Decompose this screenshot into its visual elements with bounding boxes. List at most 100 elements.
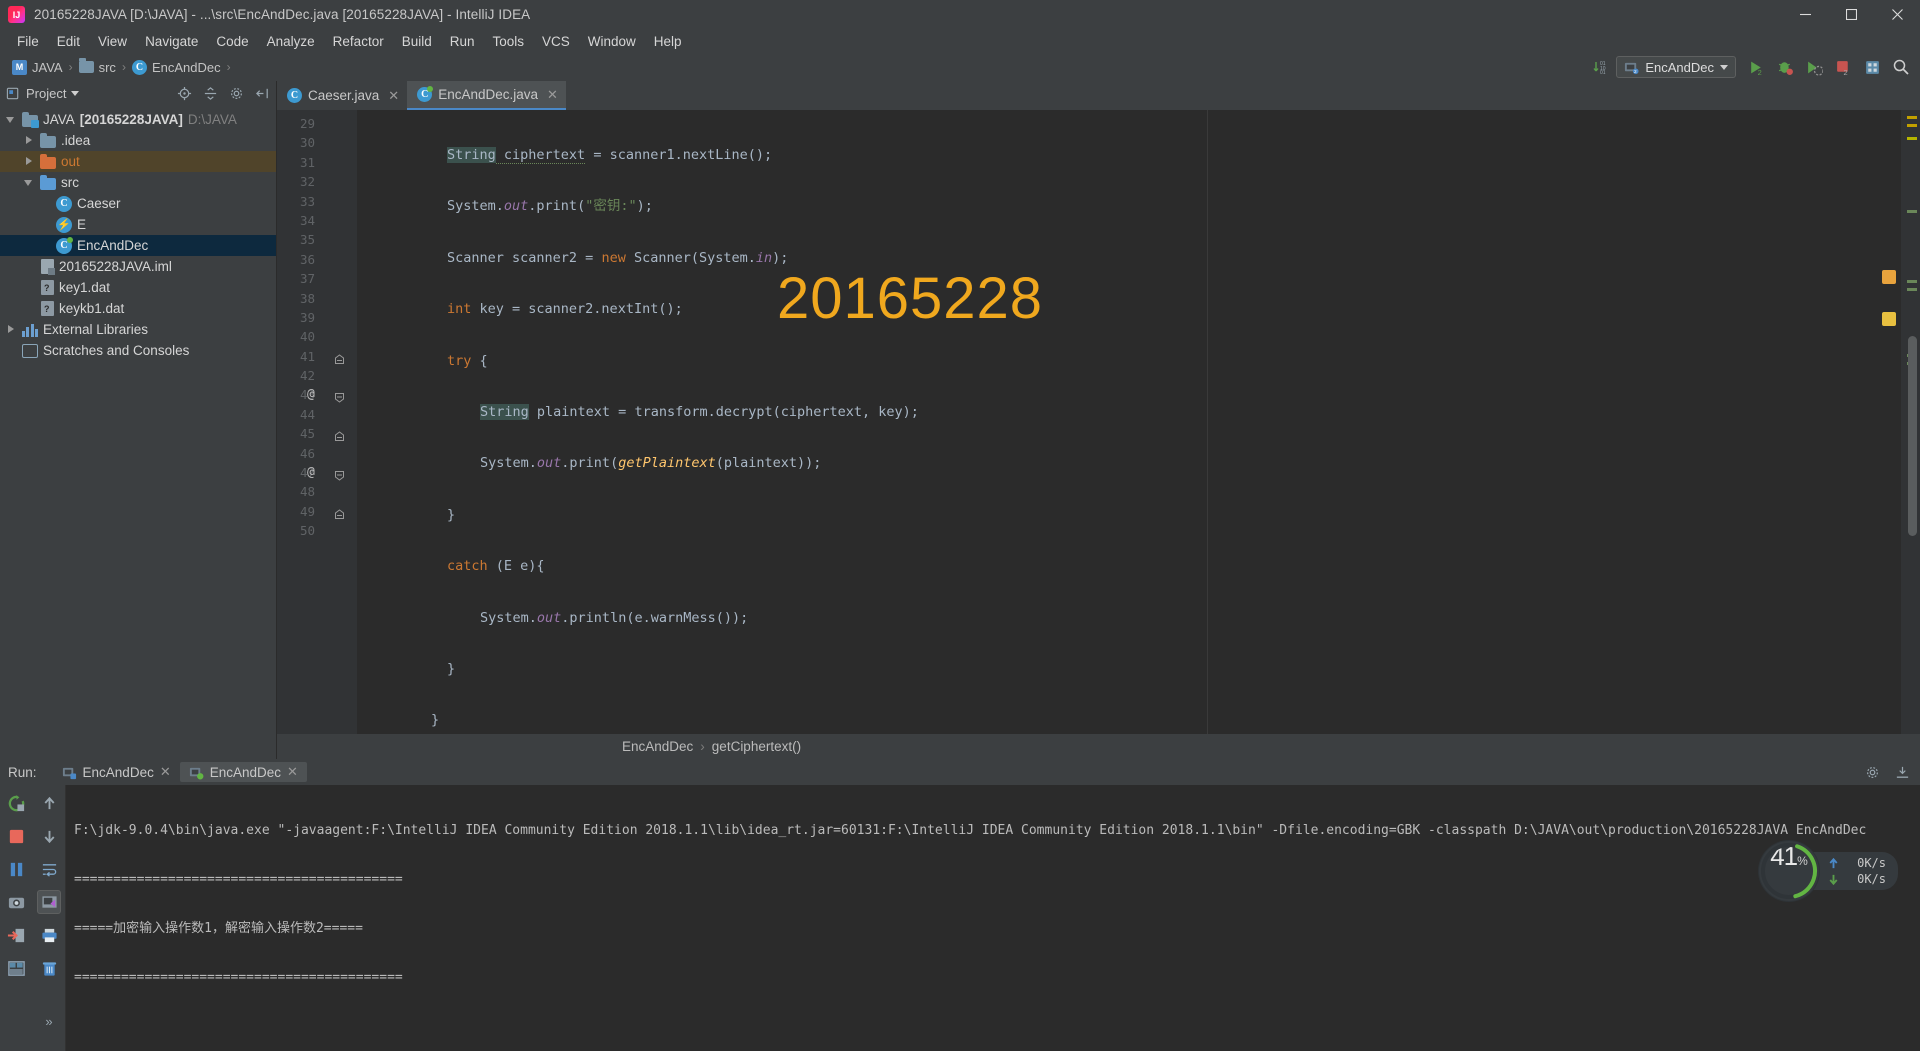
main-area: Project JAVA [20165228JAVA] D:\JAVA .ide… [0, 81, 1920, 759]
close-tab-icon[interactable]: ✕ [160, 764, 171, 780]
code-content[interactable]: String ciphertext = scanner1.nextLine();… [357, 110, 1901, 734]
tree-node-src[interactable]: src [0, 172, 276, 193]
tree-node-keykb1[interactable]: keykb1.dat [0, 298, 276, 319]
performance-widget[interactable]: 0K/s 0K/s 41% [1759, 841, 1898, 901]
breadcrumb-module[interactable]: M JAVA [8, 59, 67, 76]
editor-gutter[interactable]: 29 30 31 32 33 34 35 36 37 38 39 40 41 4… [277, 110, 357, 734]
fold-marker-icon[interactable] [334, 467, 345, 481]
console-output[interactable]: F:\jdk-9.0.4\bin\java.exe "-javaagent:F:… [66, 785, 1920, 1051]
close-tab-icon[interactable]: ✕ [547, 87, 558, 103]
folder-source-icon [40, 175, 56, 190]
menu-tools[interactable]: Tools [484, 32, 534, 51]
tree-node-scratches[interactable]: Scratches and Consoles [0, 340, 276, 361]
tree-node-external-libraries[interactable]: External Libraries [0, 319, 276, 340]
chevron-right-icon[interactable] [24, 135, 35, 146]
run-with-coverage-button[interactable] [1801, 55, 1827, 79]
gutter-line: 46 [277, 444, 357, 463]
print-icon[interactable] [37, 923, 61, 947]
line-number: 41 [299, 348, 315, 364]
stripe-info[interactable] [1907, 280, 1917, 283]
fold-marker-icon[interactable] [334, 389, 345, 404]
menu-window[interactable]: Window [579, 32, 645, 51]
tree-node-out[interactable]: out [0, 151, 276, 172]
override-marker-icon[interactable]: @ [307, 463, 315, 482]
clear-all-trash-icon[interactable] [37, 956, 61, 980]
chevron-right-icon[interactable] [24, 156, 35, 167]
settings-gear-icon[interactable] [1862, 762, 1882, 782]
run-button[interactable]: 2 [1743, 55, 1769, 79]
sort-updown-icon[interactable]: 01 10 01 [1587, 55, 1613, 79]
close-tab-icon[interactable]: ✕ [388, 88, 399, 104]
run-tab-1[interactable]: EncAndDec ✕ [53, 762, 180, 782]
menu-navigate[interactable]: Navigate [136, 32, 207, 51]
stripe-warning[interactable] [1907, 124, 1917, 127]
menu-run[interactable]: Run [441, 32, 484, 51]
menu-build[interactable]: Build [393, 32, 441, 51]
cpu-usage-gauge[interactable]: 41% [1759, 841, 1819, 901]
debug-button[interactable] [1772, 55, 1798, 79]
close-tab-icon[interactable]: ✕ [287, 764, 298, 780]
editor-tab-caeser[interactable]: C Caeser.java ✕ [277, 81, 407, 110]
run-tab-2[interactable]: EncAndDec ✕ [179, 762, 307, 782]
editor-tab-encanddec[interactable]: C EncAndDec.java ✕ [407, 81, 566, 110]
fold-marker-icon[interactable] [334, 506, 345, 519]
tree-node-key1[interactable]: key1.dat [0, 277, 276, 298]
close-button[interactable] [1874, 0, 1920, 29]
soft-wrap-icon[interactable] [37, 857, 61, 881]
menu-code[interactable]: Code [207, 32, 257, 51]
breadcrumb-method-name[interactable]: getCiphertext() [712, 739, 801, 754]
stripe-warning[interactable] [1907, 137, 1917, 140]
settings-gear-icon[interactable] [226, 84, 246, 104]
layout-icon[interactable] [5, 956, 29, 980]
stop-button[interactable] [5, 824, 29, 848]
override-marker-icon[interactable]: @ [307, 385, 315, 404]
export-icon[interactable] [5, 923, 29, 947]
project-panel-title[interactable]: Project [6, 86, 80, 101]
stripe-info[interactable] [1907, 210, 1917, 213]
scroll-up-icon[interactable] [37, 791, 61, 815]
menu-analyze[interactable]: Analyze [258, 32, 324, 51]
tree-node-caeser[interactable]: C Caeser [0, 193, 276, 214]
run-configuration-selector[interactable]: 2 EncAndDec [1616, 56, 1736, 78]
breadcrumb-class[interactable]: C EncAndDec [128, 59, 225, 76]
chevron-down-icon[interactable] [6, 114, 17, 125]
tree-node-java-module[interactable]: JAVA [20165228JAVA] D:\JAVA [0, 109, 276, 130]
code-editor[interactable]: 29 30 31 32 33 34 35 36 37 38 39 40 41 4… [277, 110, 1920, 734]
stop-button[interactable]: 2 [1830, 55, 1856, 79]
chevron-right-icon[interactable] [6, 324, 17, 335]
rerun-button[interactable] [5, 791, 29, 815]
breadcrumb-separator-icon: › [700, 739, 705, 754]
collapse-all-icon[interactable] [200, 84, 220, 104]
menu-vcs[interactable]: VCS [533, 32, 579, 51]
hide-panel-icon[interactable] [1892, 762, 1912, 782]
hide-panel-icon[interactable] [252, 84, 272, 104]
camera-icon[interactable] [5, 890, 29, 914]
pause-button[interactable] [5, 857, 29, 881]
scroll-to-end-icon[interactable] [37, 890, 61, 914]
expand-actions-icon[interactable]: » [37, 1009, 61, 1033]
tree-node-iml[interactable]: 20165228JAVA.iml [0, 256, 276, 277]
menu-view[interactable]: View [89, 32, 136, 51]
fold-marker-icon[interactable] [334, 428, 345, 442]
menu-edit[interactable]: Edit [48, 32, 89, 51]
build-project-button[interactable] [1859, 55, 1885, 79]
search-everywhere-icon[interactable] [1888, 55, 1914, 79]
fold-marker-icon[interactable] [334, 351, 345, 364]
error-stripe-gutter[interactable] [1901, 110, 1920, 734]
menu-help[interactable]: Help [645, 32, 691, 51]
tree-node-e[interactable]: ⚡ E [0, 214, 276, 235]
stripe-info[interactable] [1907, 288, 1917, 291]
tree-node-idea[interactable]: .idea [0, 130, 276, 151]
maximize-button[interactable] [1828, 0, 1874, 29]
locate-icon[interactable] [174, 84, 194, 104]
menu-file[interactable]: File [8, 32, 48, 51]
tree-node-encanddec[interactable]: C EncAndDec [0, 235, 276, 256]
stripe-warning[interactable] [1907, 116, 1917, 119]
scroll-down-icon[interactable] [37, 824, 61, 848]
menu-refactor[interactable]: Refactor [324, 32, 393, 51]
chevron-down-icon[interactable] [24, 177, 35, 188]
breadcrumb-src[interactable]: src [75, 58, 120, 76]
breadcrumb-class-name[interactable]: EncAndDec [622, 739, 693, 754]
editor-vertical-scrollbar[interactable] [1908, 336, 1917, 536]
minimize-button[interactable] [1782, 0, 1828, 29]
